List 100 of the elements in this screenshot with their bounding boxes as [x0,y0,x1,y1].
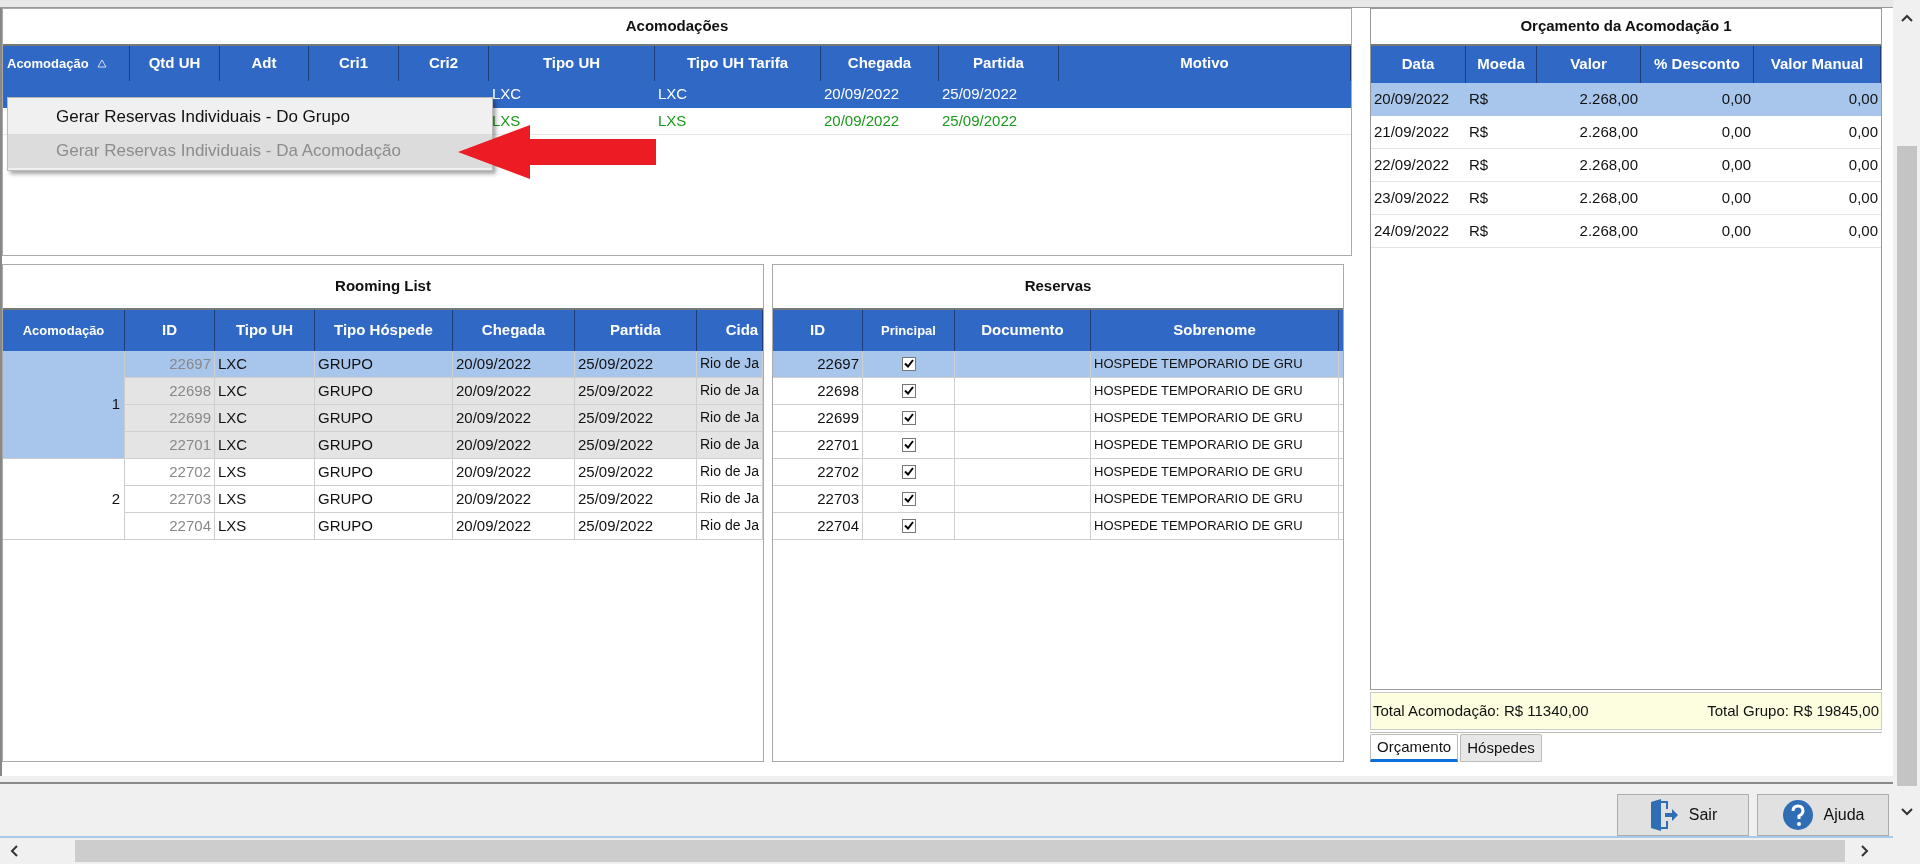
table-cell: 25/09/2022 [575,405,697,432]
table-cell: HOSPEDE TEMPORARIO DE GRU [1091,405,1339,432]
column-header[interactable]: Acomodação [3,46,130,81]
checkbox[interactable] [901,465,916,479]
table-cell: 0,00 [1641,83,1754,116]
table-cell: 22704 [773,513,863,540]
table-cell: LXS [215,459,315,486]
column-header[interactable]: Chegada [821,46,939,81]
table-cell: Rio de Ja [697,405,763,432]
table-cell: LXC [215,432,315,459]
panel-title: Reservas [1024,276,1092,297]
scroll-left-icon[interactable] [10,845,18,857]
column-header[interactable]: Cida [697,310,763,351]
table-cell: Rio de Ja [697,486,763,513]
table-cell: 20/09/2022 [453,351,575,378]
table-cell: HOSPEDE TEMPORARIO DE GRU [1091,513,1339,540]
table-cell: GRUPO [315,378,453,405]
table-cell: GRUPO [315,486,453,513]
column-header[interactable]: Tipo UH Tarifa [655,46,821,81]
table-cell: HOSPEDE TEMPORARIO DE GRU [1091,459,1339,486]
table-cell: LXC [655,81,821,108]
exit-button[interactable]: Sair [1617,794,1749,836]
door-exit-icon [1648,799,1679,831]
table-cell: LXC [215,378,315,405]
checkbox[interactable] [901,411,916,425]
scroll-up-icon[interactable] [1900,14,1913,22]
table-cell: 1 [3,351,125,459]
table-cell: Rio de Ja [697,351,763,378]
table-cell: LXS [215,513,315,540]
table-cell: R$ [1466,83,1537,116]
column-header[interactable]: Qtd UH [130,46,220,81]
checkbox[interactable] [901,438,916,452]
tab[interactable]: Orçamento [1370,734,1459,762]
table-cell: LXC [215,351,315,378]
table-cell: 22697 [125,351,215,378]
table-cell: 20/09/2022 [453,405,575,432]
table-cell: 20/09/2022 [453,513,575,540]
table-cell: 20/09/2022 [821,81,939,108]
table-cell: HOSPEDE TEMPORARIO DE GRU [1091,432,1339,459]
table-cell: GRUPO [315,351,453,378]
table-cell: LXC [489,81,655,108]
table-cell: 25/09/2022 [575,378,697,405]
column-header[interactable]: Moeda [1466,46,1537,83]
scrollbar-thumb[interactable] [1896,146,1917,786]
panel-title: Orçamento da Acomodação 1 [1520,16,1732,37]
table-cell: 25/09/2022 [575,486,697,513]
column-header[interactable]: ID [125,310,215,351]
column-header[interactable]: Documento [955,310,1091,351]
table-cell: 25/09/2022 [575,432,697,459]
column-header[interactable]: Data [1371,46,1466,83]
table-cell: 25/09/2022 [575,513,697,540]
checkbox[interactable] [901,357,916,371]
checkbox[interactable] [901,492,916,506]
table-cell: GRUPO [315,459,453,486]
column-header[interactable]: Adt [220,46,309,81]
tab[interactable]: Hóspedes [1460,734,1542,762]
column-header[interactable]: ID [773,310,863,351]
column-header[interactable]: Sobrenome [1091,310,1339,351]
column-header[interactable]: Acomodação [3,310,125,351]
table-cell: 25/09/2022 [575,459,697,486]
table-cell: 22701 [773,432,863,459]
table-cell: 25/09/2022 [575,351,697,378]
table-cell: 22698 [125,378,215,405]
column-header[interactable]: Valor [1537,46,1641,83]
table-cell: 20/09/2022 [453,378,575,405]
column-header[interactable]: Principal [863,310,955,351]
column-header[interactable]: Cri1 [309,46,399,81]
column-header[interactable]: Motivo [1059,46,1351,81]
column-header[interactable]: Cri2 [399,46,489,81]
table-cell: GRUPO [315,405,453,432]
table-cell: 20/09/2022 [453,432,575,459]
scrollbar-thumb[interactable] [75,840,1845,862]
table-cell: GRUPO [315,432,453,459]
checkbox[interactable] [901,384,916,398]
table-cell: 20/09/2022 [1371,83,1466,116]
column-header[interactable]: Tipo UH [489,46,655,81]
column-header[interactable]: % Desconto [1641,46,1754,83]
total-text: Total Grupo: R$ 19845,00 [1707,700,1879,721]
table-cell: GRUPO [315,513,453,540]
help-button[interactable]: Ajuda [1757,794,1889,836]
table-cell: 22701 [125,432,215,459]
table-cell: 20/09/2022 [453,459,575,486]
column-header[interactable]: Valor Manual [1754,46,1881,83]
total-text: Total Acomodação: R$ 11340,00 [1373,700,1589,721]
table-cell: Rio de Ja [697,378,763,405]
table-cell: 22704 [125,513,215,540]
table-cell: 22698 [773,378,863,405]
column-header[interactable]: Tipo Hóspede [315,310,453,351]
column-header[interactable]: Chegada [453,310,575,351]
checkbox[interactable] [901,519,916,533]
column-header[interactable]: Partida [575,310,697,351]
column-header[interactable]: Tipo UH [215,310,315,351]
scroll-right-icon[interactable] [1861,845,1869,857]
table-cell: 22697 [773,351,863,378]
scroll-down-icon[interactable] [1900,808,1913,816]
column-header[interactable]: Partida [939,46,1059,81]
menu-item[interactable]: Gerar Reservas Individuais - Do Grupo [8,100,492,134]
table-cell: 2.268,00 [1537,83,1641,116]
table-cell: Rio de Ja [697,513,763,540]
table-cell: Rio de Ja [697,432,763,459]
